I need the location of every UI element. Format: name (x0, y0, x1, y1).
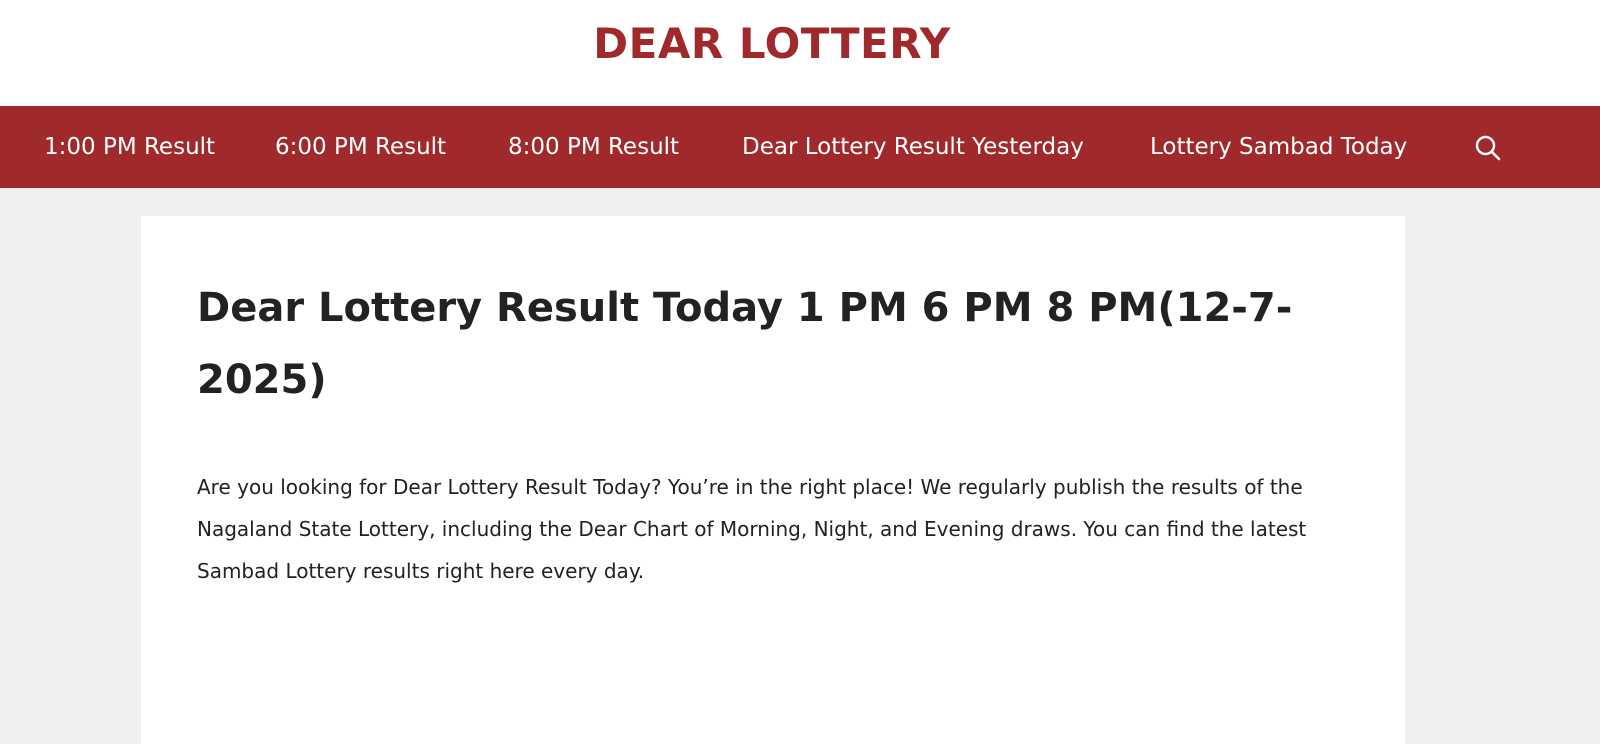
search-icon[interactable] (1474, 134, 1502, 162)
site-header: DEAR LOTTERY (0, 0, 1600, 106)
nav-item-6pm-result[interactable]: 6:00 PM Result (275, 106, 446, 188)
nav-item-lottery-sambad-today[interactable]: Lottery Sambad Today (1150, 106, 1407, 188)
article-intro: Are you looking for Dear Lottery Result … (197, 475, 1307, 583)
main-navigation: 1:00 PM Result 6:00 PM Result 8:00 PM Re… (0, 106, 1600, 188)
nav-item-1pm-result[interactable]: 1:00 PM Result (44, 106, 215, 188)
site-title[interactable]: DEAR LOTTERY (0, 14, 1544, 74)
nav-item-8pm-result[interactable]: 8:00 PM Result (508, 106, 679, 188)
article-card: Dear Lottery Result Today 1 PM 6 PM 8 PM… (141, 216, 1405, 744)
article-title: Dear Lottery Result Today 1 PM 6 PM 8 PM… (197, 285, 1293, 403)
nav-item-result-yesterday[interactable]: Dear Lottery Result Yesterday (742, 106, 1084, 188)
